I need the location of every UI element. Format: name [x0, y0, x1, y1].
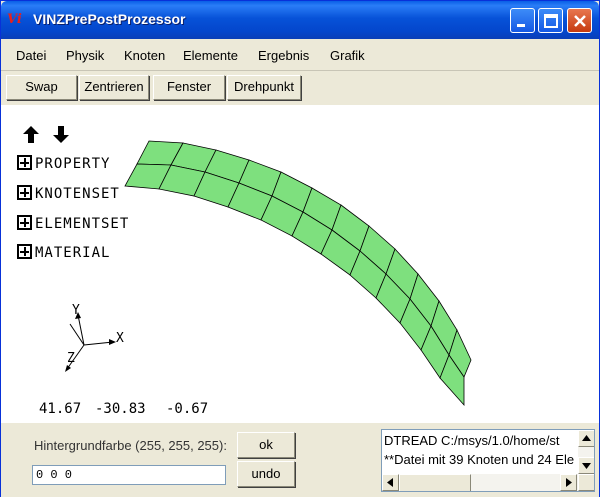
minimize-icon [517, 24, 525, 27]
log-output[interactable]: DTREAD C:/msys/1.0/home/st **Datei mit 3… [381, 429, 595, 492]
expand-icon[interactable] [17, 244, 32, 259]
background-color-input[interactable]: 0 0 0 [32, 465, 226, 485]
menu-knoten[interactable]: Knoten [124, 48, 165, 63]
toolbar: Swap Zentrieren Fenster Drehpunkt [1, 72, 599, 103]
menu-grafik[interactable]: Grafik [330, 48, 365, 63]
mesh-model[interactable] [124, 140, 472, 407]
background-color-label: Hintergrundfarbe (255, 255, 255): [34, 438, 227, 453]
axis-y-label: Y [72, 303, 80, 318]
coord-z: -0.67 [166, 401, 209, 417]
expand-icon[interactable] [17, 185, 32, 200]
tree-item-material[interactable]: MATERIAL [17, 244, 110, 262]
scroll-left-button[interactable] [382, 474, 399, 491]
tree-item-knotenset[interactable]: KNOTENSET [17, 185, 120, 203]
axis-x-label: X [116, 331, 124, 346]
scroll-up-button[interactable] [578, 430, 594, 447]
maximize-icon [544, 14, 558, 28]
swap-button[interactable]: Swap [6, 75, 77, 100]
scroll-down-button[interactable] [578, 457, 594, 474]
bottom-panel: Hintergrundfarbe (255, 255, 255): 0 0 0 … [1, 423, 599, 497]
axis-z-label: Z [67, 351, 75, 366]
menu-ergebnis[interactable]: Ergebnis [258, 48, 309, 63]
minimize-button[interactable] [510, 8, 535, 33]
maximize-button[interactable] [538, 8, 563, 33]
arrow-down-icon [582, 463, 591, 469]
window-title: VINZPrePostProzessor [33, 11, 186, 27]
vertical-scrollbar[interactable] [578, 430, 594, 474]
arrow-left-icon [387, 478, 393, 487]
scroll-corner [578, 474, 594, 491]
close-icon [574, 15, 586, 27]
drehpunkt-button[interactable]: Drehpunkt [227, 75, 301, 100]
app-logo-icon: Vi [7, 12, 22, 27]
viewport-drawing: Y X Z [23, 126, 472, 407]
graphics-viewport[interactable]: Y X Z PROPERTY KNOTENSET ELEMENTSET MATE… [1, 105, 599, 423]
up-arrow-icon[interactable] [23, 126, 39, 143]
scroll-right-button[interactable] [560, 474, 577, 491]
menu-datei[interactable]: Datei [16, 48, 46, 63]
tree-item-elementset[interactable]: ELEMENTSET [17, 215, 129, 233]
log-line: **Datei mit 39 Knoten und 24 Ele [384, 452, 575, 467]
fenster-button[interactable]: Fenster [153, 75, 225, 100]
menu-elemente[interactable]: Elemente [183, 48, 238, 63]
app-window: Vi VINZPrePostProzessor Datei Physik Kno… [0, 0, 600, 497]
log-line: DTREAD C:/msys/1.0/home/st [384, 433, 560, 448]
close-button[interactable] [567, 8, 592, 33]
expand-icon[interactable] [17, 215, 32, 230]
expand-icon[interactable] [17, 155, 32, 170]
horizontal-scrollbar[interactable] [382, 474, 594, 491]
menu-physik[interactable]: Physik [66, 48, 104, 63]
menu-bar: Datei Physik Knoten Elemente Ergebnis Gr… [1, 39, 599, 71]
axis-triad: Y X Z [65, 303, 124, 372]
title-bar[interactable]: Vi VINZPrePostProzessor [1, 1, 599, 39]
ok-button[interactable]: ok [237, 432, 295, 458]
tree-item-property[interactable]: PROPERTY [17, 155, 110, 173]
coord-y: -30.83 [95, 401, 146, 417]
arrow-up-icon [582, 435, 591, 441]
scroll-thumb[interactable] [399, 474, 471, 491]
zentrieren-button[interactable]: Zentrieren [79, 75, 149, 100]
coord-x: 41.67 [39, 401, 82, 417]
undo-button[interactable]: undo [237, 461, 295, 487]
down-arrow-icon[interactable] [53, 126, 69, 143]
arrow-right-icon [566, 478, 572, 487]
